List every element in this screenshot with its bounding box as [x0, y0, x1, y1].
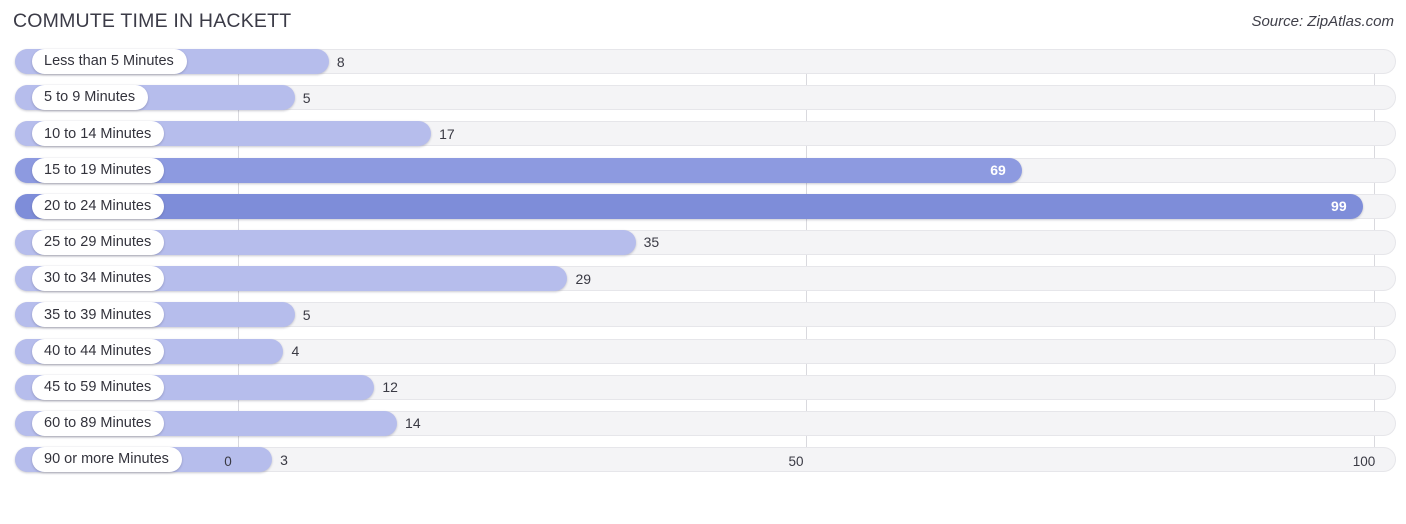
bar-row[interactable]: 5 to 9 Minutes 5 — [0, 80, 1406, 116]
page-title: COMMUTE TIME IN HACKETT — [13, 10, 292, 32]
bar-row[interactable]: 20 to 24 Minutes 99 — [0, 189, 1406, 225]
bar-value-label: 17 — [439, 125, 455, 142]
bar-row[interactable]: 35 to 39 Minutes 5 — [0, 297, 1406, 333]
chart-header: COMMUTE TIME IN HACKETT Source: ZipAtlas… — [0, 0, 1406, 44]
bar-value-label: 14 — [405, 415, 421, 432]
category-label: 20 to 24 Minutes — [44, 198, 152, 214]
bar-value-label: 29 — [575, 270, 592, 287]
category-label-pill: 45 to 59 Minutes — [32, 374, 165, 400]
category-label-pill: 30 to 34 Minutes — [32, 266, 165, 292]
category-label: 10 to 14 Minutes — [44, 125, 152, 142]
category-label: 30 to 34 Minutes — [44, 270, 152, 287]
category-label-pill: 40 to 44 Minutes — [32, 338, 165, 364]
bar-row[interactable]: 15 to 19 Minutes 69 — [0, 153, 1406, 189]
category-label-pill: 10 to 14 Minutes — [32, 121, 165, 147]
category-label-pill: 15 to 19 Minutes — [32, 157, 165, 183]
value-bar[interactable] — [15, 193, 1363, 219]
bar-value-label: 8 — [336, 53, 345, 70]
chart-plot-area: Less than 5 Minutes 8 5 to 9 Minutes 5 10 to… — [0, 44, 1406, 484]
x-axis-tick-50: 50 — [788, 454, 804, 469]
source-attribution: Source: ZipAtlas.com — [1251, 13, 1394, 30]
bar-row[interactable]: Less than 5 Minutes 8 — [0, 44, 1406, 80]
value-bar[interactable] — [15, 157, 1022, 183]
category-label: Less than 5 Minutes — [44, 53, 174, 70]
x-axis-tick-0: 0 — [224, 454, 232, 469]
bar-rows: Less than 5 Minutes 8 5 to 9 Minutes 5 10 to… — [0, 44, 1406, 478]
bar-value-label: 5 — [302, 89, 311, 106]
category-label: 35 to 39 Minutes — [44, 306, 152, 323]
bar-value-label: 69 — [990, 162, 1006, 179]
x-axis-tick-100: 100 — [1352, 454, 1376, 469]
bar-row[interactable]: 30 to 34 Minutes 29 — [0, 261, 1406, 297]
category-label-pill: 5 to 9 Minutes — [32, 85, 149, 111]
category-label: 5 to 9 Minutes — [44, 89, 136, 106]
bar-value-label: 99 — [1331, 198, 1347, 215]
category-label-pill: 35 to 39 Minutes — [32, 302, 165, 328]
category-label-pill: 25 to 29 Minutes — [32, 229, 165, 255]
bar-value-label: 5 — [302, 306, 311, 323]
category-label-pill: 20 to 24 Minutes — [32, 193, 165, 219]
bar-row[interactable]: 40 to 44 Minutes 4 — [0, 334, 1406, 370]
category-label: 25 to 29 Minutes — [44, 234, 152, 251]
category-label-pill: Less than 5 Minutes — [32, 49, 187, 74]
bar-row[interactable]: 10 to 14 Minutes 17 — [0, 116, 1406, 152]
bar-row[interactable]: 45 to 59 Minutes 12 — [0, 370, 1406, 406]
bar-row[interactable]: 25 to 29 Minutes 35 — [0, 225, 1406, 261]
bar-value-label: 35 — [643, 234, 660, 251]
category-label: 45 to 59 Minutes — [44, 378, 152, 395]
bar-value-label: 12 — [382, 379, 398, 396]
bar-value-label: 4 — [291, 343, 300, 359]
category-label: 15 to 19 Minutes — [44, 161, 152, 178]
category-label-pill: 60 to 89 Minutes — [32, 410, 165, 436]
bar-row[interactable]: 60 to 89 Minutes 14 — [0, 406, 1406, 442]
x-axis: 0 50 100 — [0, 448, 1406, 484]
category-label: 60 to 89 Minutes — [44, 415, 152, 432]
category-label: 40 to 44 Minutes — [44, 342, 152, 359]
